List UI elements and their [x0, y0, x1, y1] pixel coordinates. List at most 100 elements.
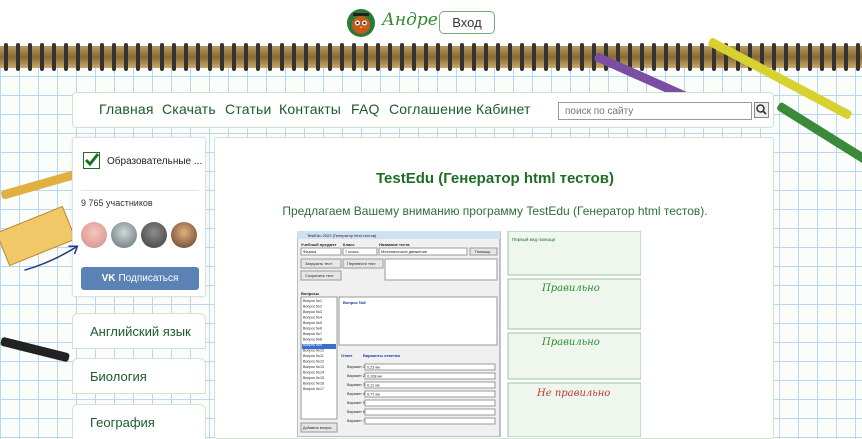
preview-question-item[interactable]: Вопрос №3 — [303, 310, 322, 314]
preview-question-item[interactable]: Вопрос №6 — [303, 327, 322, 331]
preview-question-item[interactable]: Вопрос №9 — [303, 343, 322, 347]
spiral-ring — [796, 43, 800, 71]
preview-variant-field[interactable] — [364, 417, 496, 425]
nav-item-contacts[interactable]: Контакты — [279, 101, 341, 117]
preview-question-item[interactable]: Вопрос №17 — [303, 387, 324, 391]
spiral-ring — [460, 43, 464, 71]
question-list[interactable]: Вопрос №1Вопрос №2Вопрос №3Вопрос №4Вопр… — [303, 299, 324, 391]
subject-english[interactable]: Английский язык — [72, 313, 206, 349]
preview-variant-field[interactable] — [364, 390, 496, 398]
preview-question-item[interactable]: Вопрос №10 — [303, 349, 324, 353]
nav-item-faq[interactable]: FAQ — [351, 101, 380, 117]
preview-variant-value: 0,23 км — [367, 366, 380, 370]
preview-variant-label: Вариант 3 — [347, 383, 365, 387]
preview-variant-value: 0,108 км — [367, 375, 382, 379]
preview-variant-label: Вариант 6 — [347, 410, 365, 414]
preview-load-button: Загрузить тест — [305, 261, 332, 266]
spiral-ring — [136, 43, 140, 71]
variant-list[interactable]: Вариант 1 0,23 кмВариант 2 0,108 кмВариант… — [347, 363, 496, 425]
spiral-ring — [520, 43, 524, 71]
preview-variant-field[interactable] — [364, 363, 496, 371]
spiral-ring — [856, 43, 860, 71]
preview-question-item[interactable]: Вопрос №4 — [303, 316, 322, 320]
spiral-ring — [268, 43, 272, 71]
arrow-icon — [24, 245, 79, 271]
spiral-ring — [64, 43, 68, 71]
spiral-ring — [148, 43, 152, 71]
preview-question-item[interactable]: Вопрос №11 — [303, 354, 324, 358]
divider — [81, 190, 199, 191]
group-title[interactable]: Образовательные ... — [107, 156, 202, 167]
preview-question-item[interactable]: Вопрос №15 — [303, 376, 324, 380]
spiral-ring — [544, 43, 548, 71]
preview-variant-field[interactable] — [364, 372, 496, 380]
nav-item-download[interactable]: Скачать — [162, 101, 216, 117]
preview-variant-field[interactable] — [364, 408, 496, 416]
login-button[interactable]: Вход — [439, 11, 495, 34]
member-count: 9 765 участников — [81, 198, 153, 208]
preview-question-item[interactable]: Вопрос №8 — [303, 338, 322, 342]
spiral-ring — [160, 43, 164, 71]
preview-variant-field[interactable] — [364, 399, 496, 407]
spiral-ring — [244, 43, 248, 71]
app-screenshot-preview[interactable]: TestEdu 2022 (Генератор html тестов) Уче… — [297, 231, 641, 437]
preview-wrong-label: Не правильно — [536, 388, 610, 399]
preview-right-label-1: Правильно — [541, 283, 600, 294]
main-nav: Главная Скачать Статьи Контакты FAQ Согл… — [72, 92, 774, 128]
page: { "header": {"signature": "Андрей", "log… — [0, 0, 862, 439]
preview-question-item[interactable]: Вопрос №1 — [303, 299, 322, 303]
search-button[interactable] — [754, 102, 769, 118]
pencil-decoration — [0, 169, 80, 200]
avatar[interactable] — [111, 222, 137, 248]
preview-questions-label: Вопросы — [301, 291, 320, 296]
search-input[interactable] — [558, 102, 752, 120]
spiral-ring — [844, 43, 848, 71]
preview-question-item[interactable]: Вопрос №13 — [303, 365, 324, 369]
spiral-ring — [100, 43, 104, 71]
spiral-ring — [580, 43, 584, 71]
preview-variant-value: 0,77 км — [367, 393, 380, 397]
nav-item-articles[interactable]: Статьи — [225, 101, 272, 117]
avatar[interactable] — [141, 222, 167, 248]
avatar[interactable] — [171, 222, 197, 248]
preview-variant-label: Вариант 4 — [347, 392, 365, 396]
spiral-ring — [352, 43, 356, 71]
spiral-ring — [568, 43, 572, 71]
preview-subject-label: Учебный предмет — [301, 242, 337, 247]
preview-variant-field[interactable] — [364, 381, 496, 389]
preview-question-item[interactable]: Вопрос №14 — [303, 371, 324, 375]
preview-variant-value: 0,11 км — [367, 384, 380, 388]
preview-question-item[interactable]: Вопрос №2 — [303, 305, 322, 309]
spiral-ring — [4, 43, 8, 71]
spiral-ring — [184, 43, 188, 71]
spiral-ring — [340, 43, 344, 71]
preview-question-item[interactable]: Вопрос №12 — [303, 360, 324, 364]
spiral-ring — [676, 43, 680, 71]
subscribe-button[interactable]: VK Подписаться — [81, 267, 199, 290]
preview-variant-label: Вариант 1 — [347, 365, 365, 369]
subject-geography[interactable]: География — [72, 404, 206, 439]
spiral-ring — [172, 43, 176, 71]
nav-item-agreement[interactable]: Соглашение — [389, 101, 472, 117]
nav-item-cabinet[interactable]: Кабинет — [476, 101, 531, 117]
subject-biology[interactable]: Биология — [72, 358, 206, 394]
top-bar: Андрей Вход — [0, 0, 862, 46]
spiral-ring — [808, 43, 812, 71]
spiral-ring — [484, 43, 488, 71]
spiral-ring — [652, 43, 656, 71]
avatar[interactable] — [81, 222, 107, 248]
spiral-ring — [292, 43, 296, 71]
search-icon — [756, 104, 767, 115]
checkmark-icon — [83, 152, 100, 169]
vk-group-widget: Образовательные ... 9 765 участников VK П… — [72, 137, 206, 297]
preview-question-item[interactable]: Вопрос №7 — [303, 332, 322, 336]
preview-question-item[interactable]: Вопрос №16 — [303, 382, 324, 386]
spiral-ring — [832, 43, 836, 71]
preview-question-item[interactable]: Вопрос №5 — [303, 321, 322, 325]
preview-new-button: Перевести тест — [347, 261, 376, 266]
preview-variant-label: Вариант 5 — [347, 401, 365, 405]
nav-item-home[interactable]: Главная — [99, 101, 154, 117]
spiral-ring — [40, 43, 44, 71]
spiral-ring — [784, 43, 788, 71]
main-content: TestEdu (Генератор html тестов) Предлага… — [214, 137, 774, 439]
